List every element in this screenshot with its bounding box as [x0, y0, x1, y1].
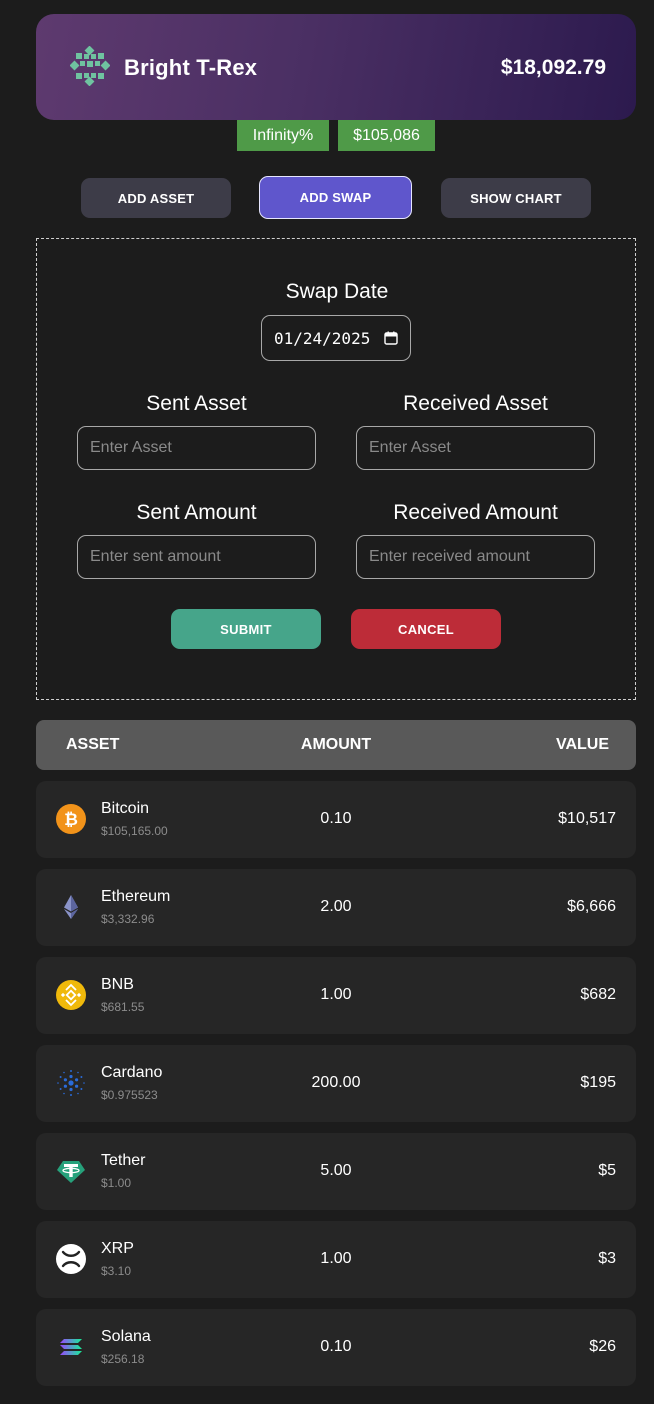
asset-name: Cardano	[101, 1064, 163, 1081]
asset-amount: 1.00	[320, 1250, 352, 1267]
asset-value: $5	[598, 1162, 616, 1179]
asset-price: $0.975523	[101, 1088, 158, 1102]
asset-amount: 0.10	[320, 1338, 352, 1355]
sent-asset-input[interactable]: Enter Asset	[77, 426, 316, 470]
sent-amount-input[interactable]: Enter sent amount	[77, 535, 316, 579]
asset-name: Bitcoin	[101, 800, 150, 817]
asset-name: BNB	[101, 976, 134, 993]
change-percent-badge: Infinity%	[237, 120, 329, 151]
swap-form: Swap Date 01/24/2025 Sent Asset Received…	[36, 238, 636, 700]
asset-value: $26	[589, 1338, 616, 1355]
asset-row-bitcoin[interactable]: ₿ Bitcoin $105,165.00 0.10 $10,517	[36, 781, 636, 858]
xrp-icon	[56, 1244, 86, 1274]
cancel-button[interactable]: CANCEL	[351, 609, 501, 649]
submit-button[interactable]: SUBMIT	[171, 609, 321, 649]
sent-amount-placeholder: Enter sent amount	[90, 548, 221, 565]
received-asset-label: Received Asset	[403, 392, 548, 415]
sent-asset-placeholder: Enter Asset	[90, 439, 172, 456]
asset-row-solana[interactable]: Solana $256.18 0.10 $26	[36, 1309, 636, 1386]
asset-row-cardano[interactable]: Cardano $0.975523 200.00 $195	[36, 1045, 636, 1122]
asset-row-tether[interactable]: Tether $1.00 5.00 $5	[36, 1133, 636, 1210]
show-chart-button[interactable]: SHOW CHART	[441, 178, 591, 218]
asset-amount: 1.00	[320, 986, 352, 1003]
received-amount-placeholder: Enter received amount	[369, 548, 530, 565]
asset-amount: 200.00	[311, 1074, 361, 1091]
wallet-header-card: Bright T-Rex $18,092.79	[36, 14, 636, 120]
asset-amount: 2.00	[320, 898, 352, 915]
bitcoin-icon: ₿	[56, 804, 86, 834]
asset-price: $105,165.00	[101, 824, 168, 838]
sent-asset-label: Sent Asset	[146, 392, 247, 415]
tether-icon	[57, 1161, 85, 1183]
asset-value: $3	[598, 1250, 616, 1267]
swap-date-value: 01/24/2025	[274, 328, 371, 348]
asset-row-bnb[interactable]: BNB $681.55 1.00 $682	[36, 957, 636, 1034]
asset-row-xrp[interactable]: XRP $3.10 1.00 $3	[36, 1221, 636, 1298]
cardano-icon	[57, 1070, 85, 1096]
asset-column-header[interactable]: ASSET	[66, 736, 119, 754]
wallet-avatar-icon	[70, 46, 110, 86]
asset-name: XRP	[101, 1240, 134, 1257]
received-amount-label: Received Amount	[393, 501, 558, 524]
asset-value: $10,517	[558, 810, 616, 827]
received-asset-input[interactable]: Enter Asset	[356, 426, 595, 470]
bnb-icon	[56, 980, 86, 1010]
asset-table-header: ASSET AMOUNT VALUE	[36, 720, 636, 770]
asset-name: Tether	[101, 1152, 146, 1169]
asset-price: $256.18	[101, 1352, 145, 1366]
swap-date-label: Swap Date	[285, 280, 389, 303]
received-amount-input[interactable]: Enter received amount	[356, 535, 595, 579]
value-column-header[interactable]: VALUE	[556, 736, 609, 754]
wallet-total-value: $18,092.79	[500, 56, 606, 79]
asset-row-ethereum[interactable]: Ethereum $3,332.96 2.00 $6,666	[36, 869, 636, 946]
asset-name: Solana	[101, 1328, 151, 1345]
asset-amount: 5.00	[320, 1162, 352, 1179]
solana-icon	[60, 1339, 82, 1355]
add-asset-button[interactable]: ADD ASSET	[81, 178, 231, 218]
asset-price: $3,332.96	[101, 912, 155, 926]
asset-name: Ethereum	[101, 888, 171, 905]
amount-column-header[interactable]: AMOUNT	[236, 736, 436, 754]
asset-price: $681.55	[101, 1000, 145, 1014]
asset-value: $682	[580, 986, 616, 1003]
asset-price: $3.10	[101, 1264, 132, 1278]
add-swap-button[interactable]: ADD SWAP	[259, 176, 412, 219]
calendar-icon[interactable]	[384, 331, 398, 345]
asset-price: $1.00	[101, 1176, 132, 1190]
received-asset-placeholder: Enter Asset	[369, 439, 451, 456]
asset-value: $195	[580, 1074, 616, 1091]
svg-text:₿: ₿	[64, 810, 78, 830]
swap-date-input[interactable]: 01/24/2025	[261, 315, 411, 361]
change-value-badge: $105,086	[338, 120, 435, 151]
asset-value: $6,666	[567, 898, 616, 915]
sent-amount-label: Sent Amount	[136, 501, 257, 524]
ethereum-icon	[64, 895, 78, 919]
asset-amount: 0.10	[320, 810, 352, 827]
wallet-name: Bright T-Rex	[124, 55, 258, 80]
